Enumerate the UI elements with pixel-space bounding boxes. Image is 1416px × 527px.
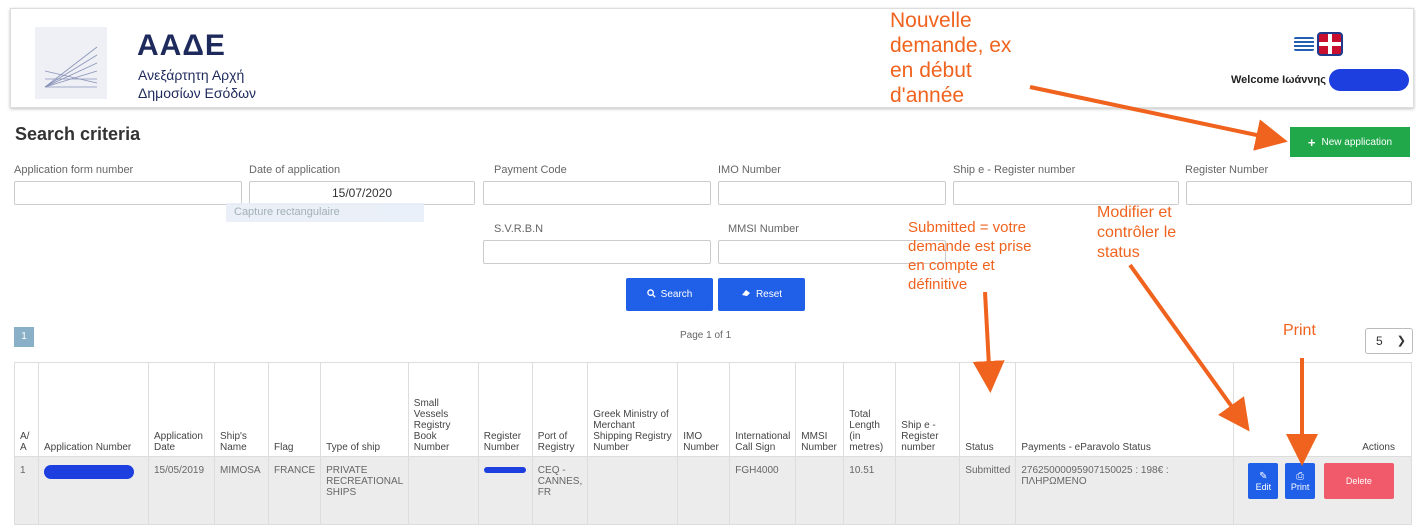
annotation-print: Print [1283,322,1316,339]
annotation-modify-line2: contrôler le [1097,224,1177,241]
annotation-arrows [972,85,1318,466]
annotation-submitted-line4: définitive [908,276,968,293]
annotation-new-request-line4: d'année [890,84,965,107]
arrow-new-request [1029,85,1288,151]
annotation-modify-line3: status [1097,244,1140,261]
annotation-submitted: Submitted = votre demande est prise en c… [908,218,1031,294]
annotation-modify: Modifier et contrôler le status [1097,203,1176,263]
annotation-submitted-line2: demande est prise [908,238,1032,255]
annotation-modify-line1: Modifier et [1097,204,1172,221]
annotation-submitted-line3: en compte et [908,257,995,274]
annotation-new-request-line1: Nouvelle [890,9,972,32]
annotation-new-request: Nouvelle demande, ex en début d'année [890,8,1011,108]
arrow-submitted [972,291,1005,393]
annotation-submitted-line1: Submitted = votre [908,219,1026,236]
arrow-modify [1128,263,1250,432]
annotation-new-request-line3: en début [890,59,972,82]
annotation-new-request-line2: demande, ex [890,34,1012,57]
